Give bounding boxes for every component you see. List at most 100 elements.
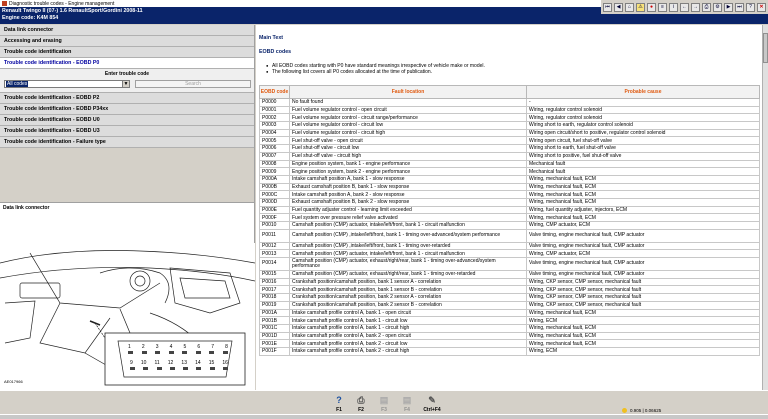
nav-eobd-p2[interactable]: Trouble code identification - EOBD P2	[0, 93, 254, 104]
fault-location-cell: Fuel volume regulator control - circuit …	[289, 128, 527, 138]
diagram-reference: AE017966	[4, 379, 23, 384]
fault-location-cell: Fuel volume regulator control - circuit …	[289, 121, 527, 130]
table-row: P0004 Fuel volume regulator control - cir…	[259, 128, 760, 138]
table-row: P0009 Engine position system, bank 2 - en…	[259, 167, 760, 176]
intro-bullets: All EOBD codes starting with P0 have sta…	[266, 63, 762, 75]
bullet-item: The following list covers all P0 codes a…	[266, 69, 762, 75]
code-cell: P001A	[259, 308, 290, 318]
tools-icon[interactable]: ⚙	[713, 2, 722, 12]
prev-icon[interactable]: ◀	[614, 2, 623, 12]
status-icon	[622, 407, 627, 413]
help-icon: ?	[336, 395, 342, 405]
table-row: P001B Intake camshaft profile control A, …	[259, 316, 760, 325]
fault-location-cell: Camshaft position (CMP) actuator, exhaus…	[289, 257, 527, 272]
pin-label: 5	[183, 344, 187, 350]
scrollbar-thumb[interactable]	[763, 33, 768, 63]
fault-location-cell: Engine position system, bank 2 - engine …	[289, 167, 527, 176]
f2-print-button[interactable]: ⎙ F2	[350, 393, 372, 416]
nav-data-link-connector[interactable]: Data link connector	[0, 25, 254, 36]
probable-cause-cell: Wiring, CMP actuator, ECM	[526, 221, 760, 230]
fault-location-cell: Exhaust camshaft position B, bank 1 - sl…	[289, 182, 527, 192]
taskbar	[0, 414, 768, 419]
help-icon[interactable]: ?	[746, 2, 755, 12]
pin-row-top: 1 2 3 4 5 6 7 8	[128, 344, 228, 350]
code-cell: P0009	[259, 167, 290, 176]
connector-diagram: 1 2 3 4 5 6 7 8 9 10 11 12 13 14 15 16 A…	[0, 243, 256, 390]
next-icon[interactable]: ▶	[724, 2, 733, 12]
table-row: P000A Intake camshaft position A, bank 1 …	[259, 174, 760, 184]
sidebar: Data link connector Accessing and erasin…	[0, 25, 256, 390]
probable-cause-cell: Wiring open circuit/short to positive, r…	[526, 128, 760, 138]
main-content: Main Text EOBD codes All EOBD codes star…	[256, 25, 762, 390]
f4-button[interactable]: ▤ F4	[396, 393, 418, 416]
code-cell: P001B	[259, 316, 290, 325]
fault-location-cell: Fuel quantity adjuster control - learnin…	[289, 205, 527, 215]
ctrl-f4-notes-button[interactable]: ✎ Ctrl+F4	[420, 393, 444, 416]
first-icon[interactable]: ⏮	[603, 2, 612, 12]
table-row: P0012 Camshaft position (CMP) ,intake/lef…	[259, 241, 760, 251]
code-cell: P0018	[259, 293, 290, 302]
section-heading: EOBD codes	[259, 49, 292, 55]
code-cell: P001C	[259, 323, 290, 333]
fault-location-cell: Intake camshaft profile control A, bank …	[289, 316, 527, 325]
f3-button[interactable]: ▤ F3	[373, 393, 395, 416]
diagram-title: Data link connector	[0, 203, 254, 212]
code-cell: P000F	[259, 213, 290, 222]
nav-eobd-u3[interactable]: Trouble code identification - EOBD U3	[0, 126, 254, 137]
nav-eobd-u0[interactable]: Trouble code identification - EOBD U0	[0, 115, 254, 126]
pin-label: 14	[195, 360, 201, 366]
fkey-label: Ctrl+F4	[423, 407, 441, 413]
pin-label: 9	[130, 360, 133, 366]
probable-cause-cell: Wiring, ECM	[526, 316, 760, 325]
pin-slots-top	[128, 351, 228, 354]
table-row: P0007 Fuel shut-off valve - circuit high W…	[259, 151, 760, 161]
close-icon[interactable]: ✕	[757, 2, 766, 12]
vertical-scrollbar[interactable]	[762, 25, 768, 390]
probable-cause-cell: Wiring, mechanical fault, ECM	[526, 213, 760, 222]
fault-location-cell: Camshaft position (CMP) actuator, intake…	[289, 249, 527, 259]
code-cell: P0011	[259, 228, 290, 243]
last-icon[interactable]: ⏭	[735, 2, 744, 12]
nav-eobd-p34xx[interactable]: Trouble code identification - EOBD P34xx	[0, 104, 254, 115]
list-icon[interactable]: ≡	[658, 2, 667, 12]
pin-row-bottom: 9 10 11 12 13 14 15 16	[130, 360, 228, 366]
probable-cause-cell: Wiring, CKP sensor, CMP sensor, mechanic…	[526, 285, 760, 295]
warning-icon[interactable]: ⚠	[636, 2, 645, 12]
fault-location-cell: Intake camshaft profile control A, bank …	[289, 346, 527, 356]
back-icon[interactable]: ←	[680, 2, 689, 12]
probable-cause-cell: Wiring, CMP actuator, ECM	[526, 249, 760, 259]
code-cell: P0012	[259, 241, 290, 251]
nav-accessing-erasing[interactable]: Accessing and erasing	[0, 36, 254, 47]
probable-cause-cell: -	[526, 98, 760, 107]
info-icon[interactable]: i	[669, 2, 678, 12]
document-icon: ▤	[402, 394, 412, 405]
pin-label: 16	[222, 360, 228, 366]
toolbar: ⏮ ◀ ⌂ ⚠ ● ≡ i ← → ⎙ ⚙ ▶ ⏭ ? ✕	[601, 0, 768, 14]
code-cell: P000D	[259, 197, 290, 207]
chevron-down-icon[interactable]: ▼	[122, 81, 129, 87]
nav-trouble-code-identification[interactable]: Trouble code identification	[0, 47, 254, 58]
fault-location-cell: Camshaft position (CMP) actuator, intake…	[289, 221, 527, 230]
print-icon[interactable]: ⎙	[702, 2, 711, 12]
nav-eobd-p0[interactable]: Trouble code identification - EOBD P0	[0, 58, 254, 69]
fault-location-cell: Exhaust camshaft position B, bank 2 - sl…	[289, 197, 527, 207]
pin-label: 6	[197, 344, 201, 350]
trouble-code-select[interactable]: All codes ▼	[4, 80, 130, 88]
table-row: P001F Intake camshaft profile control A, …	[259, 346, 760, 356]
fault-location-cell: Fuel shut-off valve - open circuit	[289, 136, 527, 146]
stop-icon[interactable]: ●	[647, 2, 656, 12]
forward-icon[interactable]: →	[691, 2, 700, 12]
fault-location-cell: Intake camshaft profile control A, bank …	[289, 331, 527, 341]
probable-cause-cell: Wiring short to positive, fuel shut-off …	[526, 151, 760, 161]
home-icon[interactable]: ⌂	[625, 2, 634, 12]
search-button[interactable]: Search	[135, 80, 251, 88]
fault-location-cell: Intake camshaft profile control A, bank …	[289, 339, 527, 348]
code-cell: P0005	[259, 136, 290, 146]
probable-cause-cell: Wiring, mechanical fault, ECM	[526, 331, 760, 341]
code-cell: P0016	[259, 277, 290, 287]
fault-location-cell: Intake camshaft profile control A, bank …	[289, 323, 527, 333]
sidebar-spacer	[0, 148, 254, 203]
probable-cause-cell: Wiring, mechanical fault, ECM	[526, 323, 760, 333]
f1-help-button[interactable]: ? F1	[328, 393, 350, 416]
nav-failure-type[interactable]: Trouble code identification - Failure ty…	[0, 137, 254, 148]
